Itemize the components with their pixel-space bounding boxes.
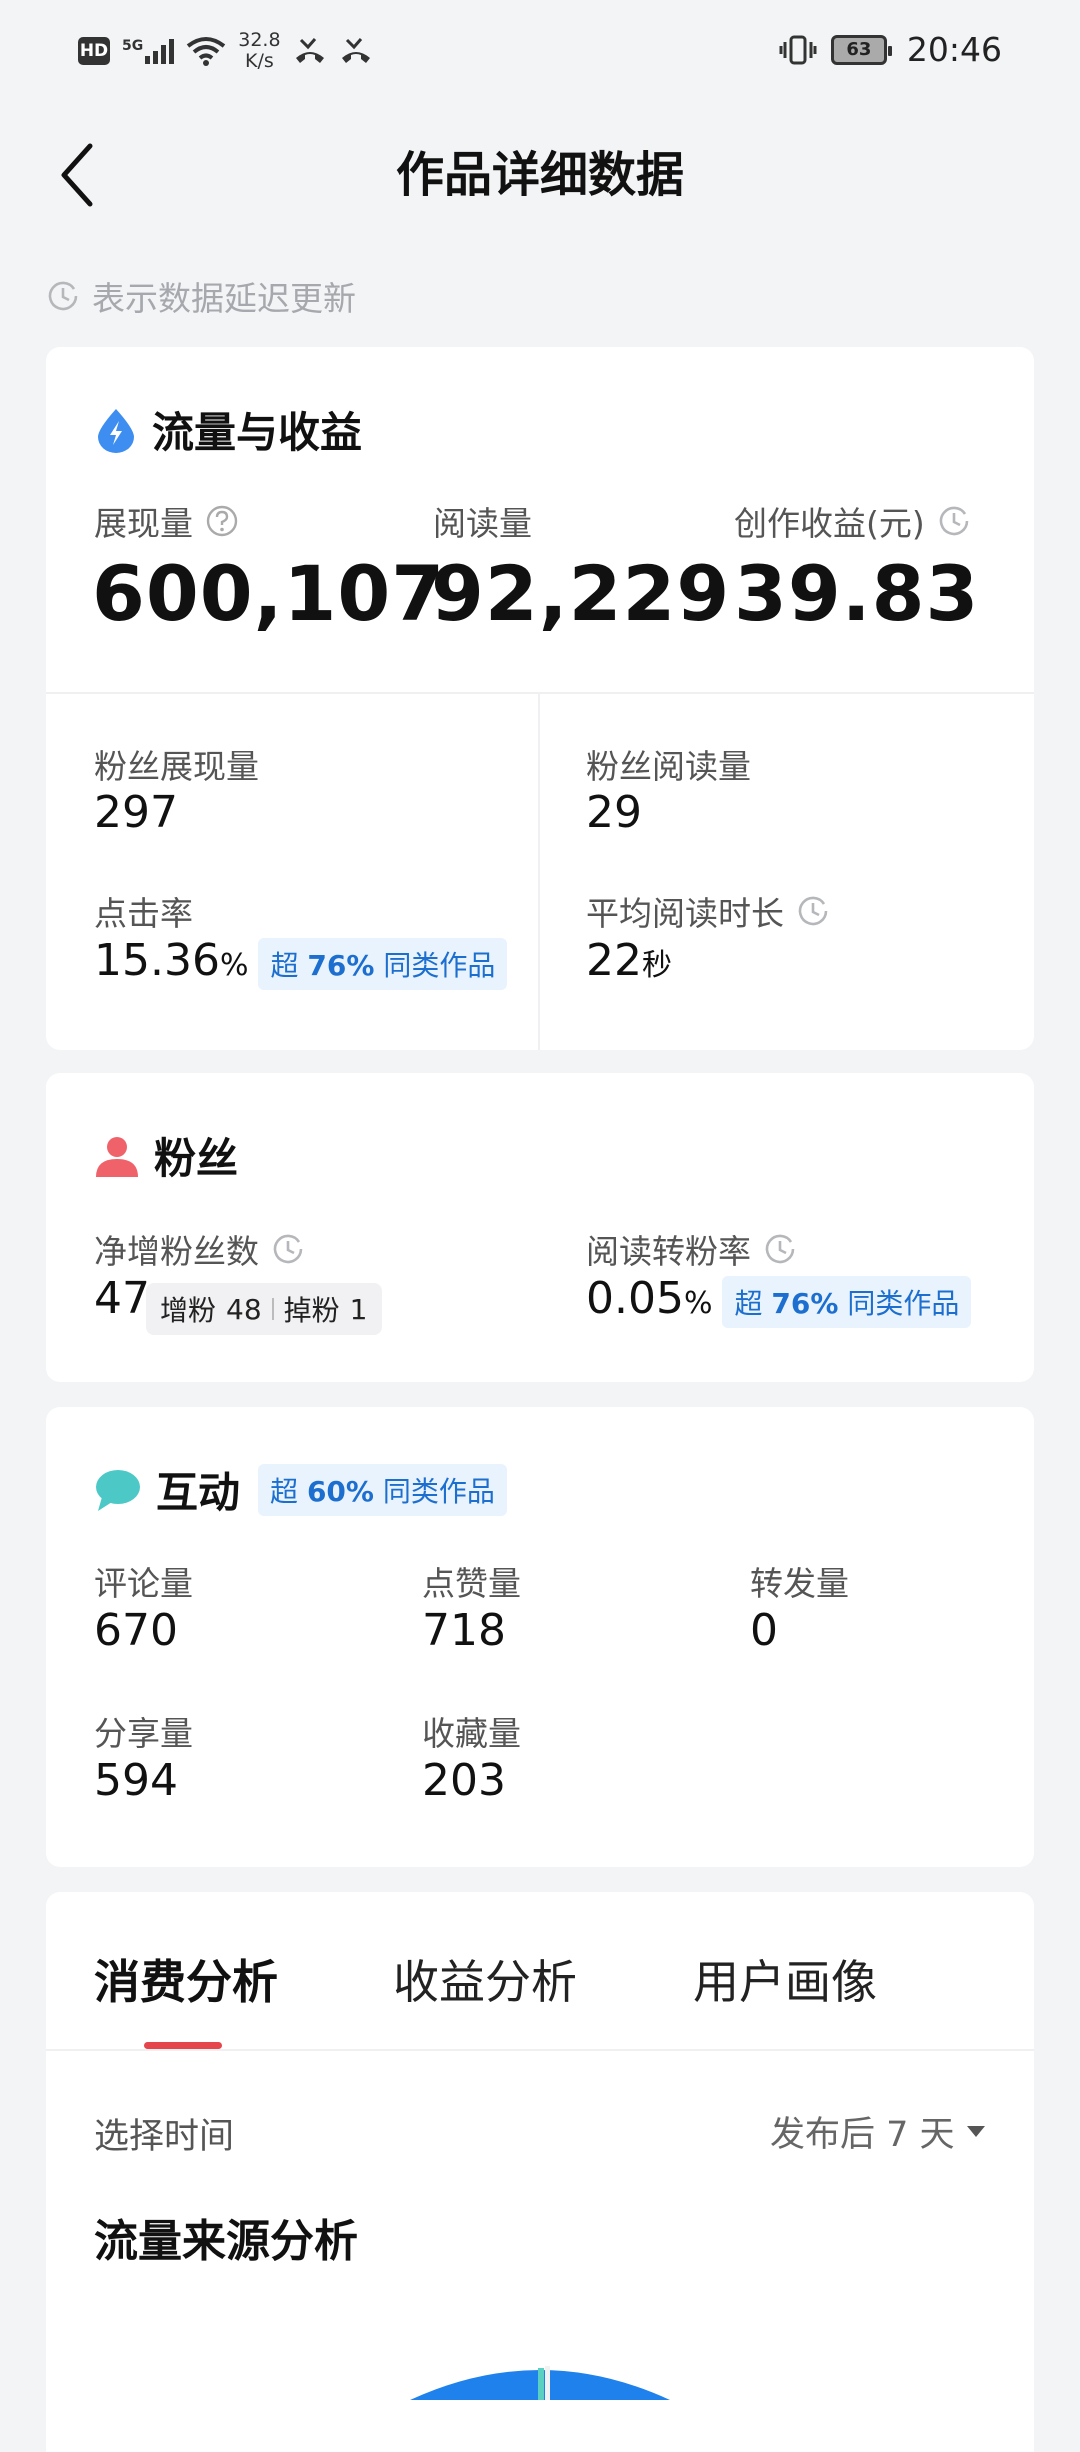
clock-icon — [798, 896, 828, 926]
ctr-badge: 超 76% 同类作品 — [258, 938, 508, 990]
chat-bubble-icon — [96, 1469, 140, 1511]
net-fans-label: 净增粉丝数 — [94, 1225, 305, 1273]
drop-icon — [98, 408, 134, 453]
net-fans-value: 47 — [94, 1273, 150, 1324]
network-speed: 32.8 K/s — [238, 29, 281, 72]
fan-reads-label: 粉丝阅读量 — [586, 747, 751, 786]
fan-impressions-label: 粉丝展现量 — [94, 747, 259, 786]
select-time-label: 选择时间 — [94, 2117, 235, 2157]
tab-earnings[interactable]: 收益分析 — [393, 1946, 577, 2012]
likes-value: 718 — [422, 1605, 506, 1656]
hd-indicator: HD — [78, 37, 110, 65]
section-title: 互动 超 60% 同类作品 — [94, 1459, 507, 1520]
shares-value: 594 — [94, 1755, 178, 1806]
shares-label: 分享量 — [94, 1714, 193, 1753]
reads-label: 阅读量 — [433, 504, 532, 543]
likes-label: 点赞量 — [422, 1564, 521, 1603]
divider — [538, 694, 540, 1050]
fan-reads-value: 29 — [586, 787, 642, 838]
status-bar: HD 5G 32.8 K/s 63 20:46 — [0, 0, 1080, 110]
ctr-value: 15.36% 超 76% 同类作品 — [94, 935, 508, 990]
reposts-value: 0 — [750, 1605, 778, 1656]
missed-call-icon — [341, 38, 370, 63]
tab-consumption[interactable]: 消费分析 — [94, 1946, 278, 2012]
earnings-label: 创作收益(元) — [734, 497, 971, 545]
section-title: 流量与收益 — [94, 399, 362, 460]
clock-icon — [48, 281, 78, 311]
person-icon — [96, 1136, 138, 1177]
conversion-badge: 超 76% 同类作品 — [722, 1276, 972, 1328]
signal-icon — [145, 38, 175, 64]
source-analysis-title: 流量来源分析 — [94, 2216, 358, 2267]
fans-gain-loss: 增粉 48 掉粉 1 — [146, 1283, 382, 1335]
earnings-value: 39.83 — [734, 549, 980, 638]
reposts-label: 转发量 — [750, 1564, 849, 1603]
traffic-card: 流量与收益 展现量 600,107 阅读量 92,229 创作收益(元) 39.… — [46, 347, 1034, 1050]
impressions-label: 展现量 — [94, 497, 239, 545]
delay-note: 表示数据延迟更新 — [46, 272, 356, 320]
section-title: 粉丝 — [94, 1125, 238, 1186]
caret-down-icon — [966, 2125, 985, 2137]
avg-read-time-label: 平均阅读时长 — [586, 887, 830, 935]
comments-label: 评论量 — [94, 1564, 193, 1603]
network-type: 5G — [122, 38, 144, 54]
clock-icon — [273, 1234, 303, 1264]
interaction-badge: 超 60% 同类作品 — [258, 1463, 507, 1516]
clock-icon — [765, 1234, 795, 1264]
impressions-value: 600,107 — [92, 549, 446, 638]
battery-icon: 63 — [830, 34, 892, 65]
divider — [46, 692, 1034, 694]
interaction-card: 互动 超 60% 同类作品 评论量 670 点赞量 718 转发量 0 分享量 … — [46, 1407, 1034, 1867]
comments-value: 670 — [94, 1605, 178, 1656]
divider — [46, 2049, 1034, 2051]
traffic-source-pie — [410, 2366, 670, 2400]
fan-conversion-label: 阅读转粉率 — [586, 1225, 797, 1273]
reads-value: 92,229 — [431, 549, 731, 638]
ctr-label: 点击率 — [94, 894, 193, 933]
favorites-value: 203 — [422, 1755, 506, 1806]
page-title: 作品详细数据 — [395, 147, 684, 203]
tab-indicator — [144, 2042, 222, 2049]
clock-time: 20:46 — [906, 30, 1002, 69]
missed-call-icon — [295, 38, 324, 63]
help-icon[interactable] — [205, 504, 239, 538]
clock-icon — [939, 506, 969, 536]
time-range-dropdown[interactable]: 发布后 7 天 — [770, 2106, 985, 2157]
fan-impressions-value: 297 — [94, 787, 178, 838]
avg-read-time-value: 22秒 — [586, 935, 672, 986]
tab-user-profile[interactable]: 用户画像 — [693, 1946, 877, 2012]
fan-conversion-value: 0.05% 超 76% 同类作品 — [586, 1273, 972, 1328]
vibrate-icon — [779, 35, 817, 64]
favorites-label: 收藏量 — [422, 1714, 521, 1753]
fans-card: 粉丝 净增粉丝数 47 增粉 48 掉粉 1 阅读转粉率 0.05% 超 76% 同… — [46, 1073, 1034, 1382]
wifi-icon — [187, 37, 226, 66]
